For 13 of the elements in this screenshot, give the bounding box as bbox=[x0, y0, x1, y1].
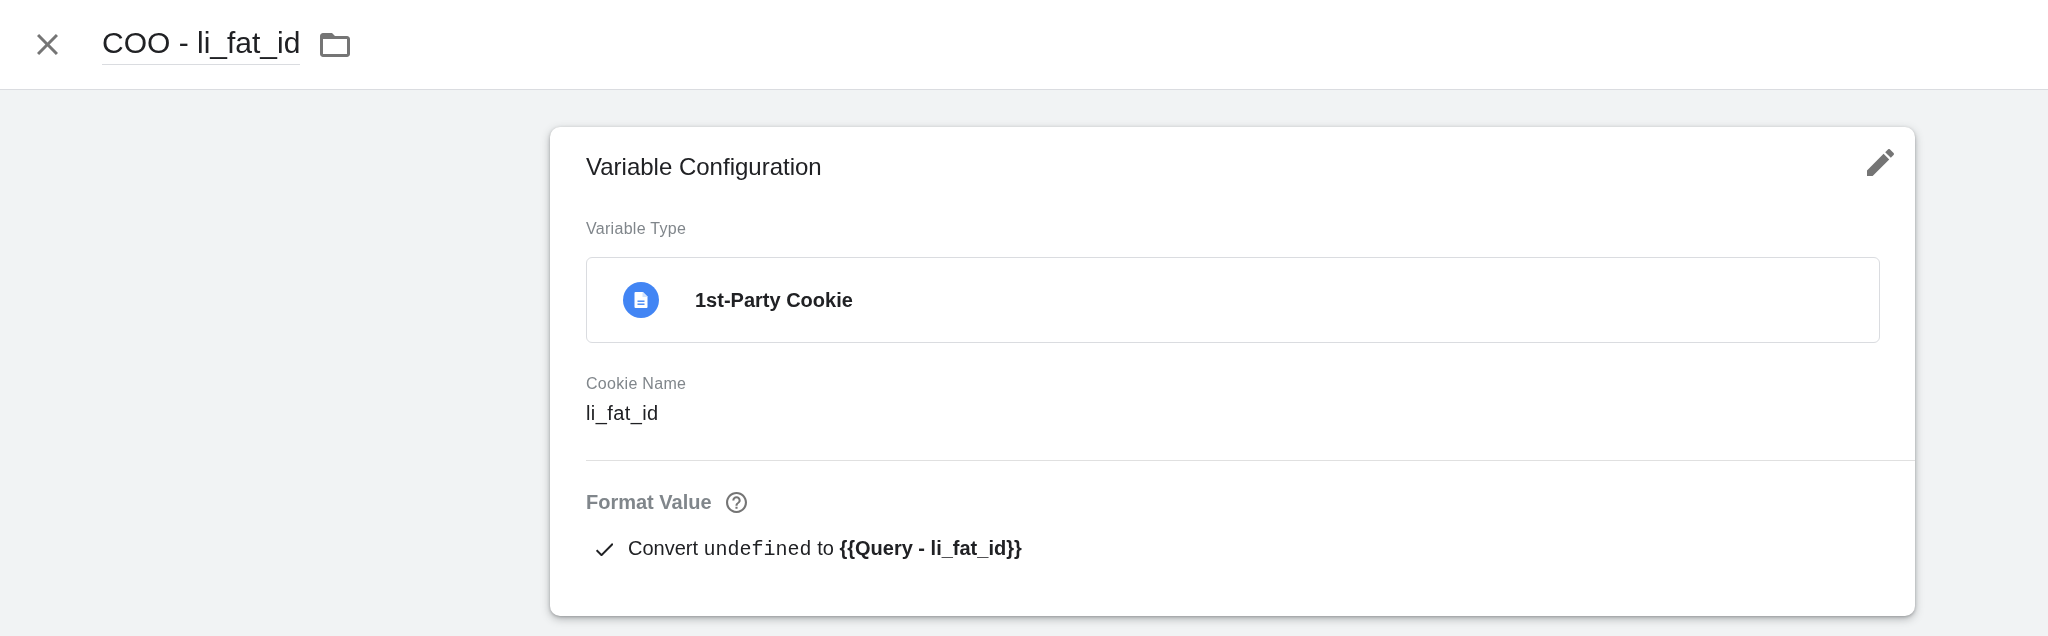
document-icon bbox=[623, 282, 659, 318]
card-title: Variable Configuration bbox=[586, 152, 822, 182]
field-label: Cookie Name bbox=[586, 374, 688, 394]
cookie-name-value: li_fat_id bbox=[586, 401, 660, 426]
field-label: Variable Type bbox=[586, 219, 688, 239]
name-field[interactable]: COO - li_fat_id bbox=[102, 24, 301, 65]
format-option-text: Convert undefined to {{Query - li_fat_id}} bbox=[628, 536, 1022, 563]
help-icon[interactable] bbox=[725, 491, 747, 513]
section-heading: Format Value bbox=[586, 490, 712, 515]
close-icon[interactable] bbox=[37, 34, 58, 55]
edit-icon[interactable] bbox=[1867, 148, 1894, 176]
variable-type-value: 1st-Party Cookie bbox=[695, 288, 853, 313]
folder-icon[interactable] bbox=[320, 32, 351, 57]
